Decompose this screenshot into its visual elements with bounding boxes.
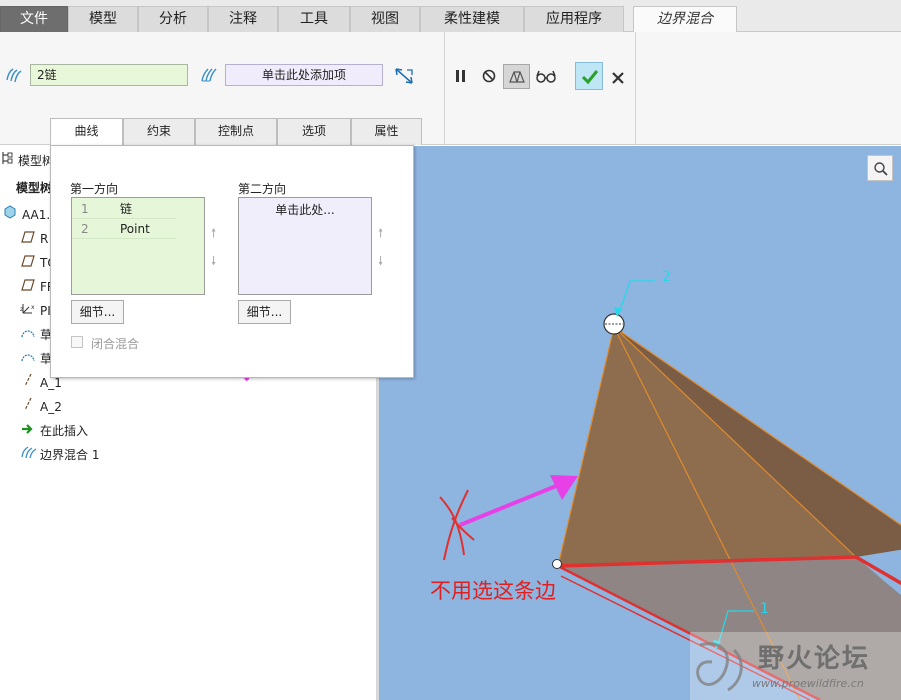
second-direction-collector[interactable]: 单击此处添加项	[225, 64, 383, 86]
subtab-constraints[interactable]: 约束	[123, 118, 195, 145]
view-toolbar-button[interactable]	[867, 155, 893, 181]
tree-item-label: 在此插入	[40, 424, 89, 438]
ribbon-separator	[635, 32, 636, 145]
no-preview-icon[interactable]	[480, 67, 498, 85]
watermark-title: 野火论坛	[758, 644, 871, 674]
subtab-properties[interactable]: 属性	[351, 118, 422, 145]
first-direction-icon	[6, 68, 22, 83]
closed-blend-checkbox[interactable]	[71, 336, 83, 348]
closed-blend-label: 闭合混合	[91, 337, 140, 351]
tab-flexible-modeling[interactable]: 柔性建模	[420, 6, 524, 32]
details-button-first[interactable]: 细节...	[71, 300, 124, 324]
tree-structure-icon	[0, 151, 14, 171]
second-direction-placeholder: 单击此处...	[275, 203, 335, 217]
checkmark-icon	[581, 70, 599, 85]
list-item-number: 2	[81, 222, 89, 236]
first-direction-label: 第一方向	[70, 182, 119, 196]
move-down-arrow-icon[interactable]: 🠗	[378, 252, 383, 273]
tab-boundary-blend[interactable]: 边界混合	[633, 6, 737, 33]
point-label-2: 2	[662, 269, 671, 285]
list-item[interactable]: 1 链	[72, 199, 176, 219]
first-direction-collector[interactable]: 2链	[30, 64, 188, 86]
zoom-icon	[874, 162, 888, 176]
csys-icon: zx	[20, 301, 36, 321]
tree-item[interactable]: z x PI	[20, 301, 51, 321]
subtab-curves[interactable]: 曲线	[50, 118, 123, 146]
boundary-blend-icon	[20, 445, 37, 465]
datum-plane-icon	[20, 277, 36, 297]
geometry-preview-icon	[509, 71, 525, 83]
tab-model[interactable]: 模型	[68, 6, 138, 32]
tree-item-label: R	[40, 232, 49, 246]
cancel-x-icon[interactable]	[609, 69, 627, 87]
sketch-icon	[20, 349, 36, 369]
model-tree-title: 模型树	[18, 154, 55, 168]
geometry-preview-button[interactable]	[503, 64, 530, 89]
file-menu-tab[interactable]: 文件	[0, 6, 68, 32]
sketch-icon	[20, 325, 36, 345]
tab-view[interactable]: 视图	[350, 6, 420, 32]
tree-item[interactable]: R	[20, 229, 48, 249]
move-up-arrow-icon[interactable]: 🠕	[211, 224, 216, 245]
tree-item[interactable]: 草	[20, 349, 52, 369]
watermark-url: www.proewildfire.cn	[752, 677, 864, 690]
tree-item[interactable]: 草	[20, 325, 52, 345]
subtab-options[interactable]: 选项	[277, 118, 351, 145]
axis-icon	[20, 397, 36, 417]
details-button-second[interactable]: 细节...	[238, 300, 291, 324]
tree-item[interactable]: A_2	[20, 397, 62, 417]
move-up-arrow-icon[interactable]: 🠕	[378, 224, 383, 245]
tree-item[interactable]: 在此插入	[20, 421, 88, 441]
second-direction-icon	[201, 68, 217, 82]
datum-plane-icon	[20, 253, 36, 273]
annotation-text: 不用选这条边	[430, 579, 556, 603]
move-down-arrow-icon[interactable]: 🠗	[211, 252, 216, 273]
model-tree-header[interactable]: 模型树	[0, 151, 54, 171]
verify-glasses-icon[interactable]	[535, 67, 557, 85]
model-tree-column-header: 模型树	[16, 181, 53, 195]
tab-tools[interactable]: 工具	[278, 6, 350, 32]
flip-direction-icon[interactable]	[393, 66, 415, 86]
list-item-text: Point	[120, 222, 150, 236]
svg-text:x: x	[31, 304, 35, 311]
first-direction-list[interactable]: 1 链 2 Point	[71, 197, 205, 295]
tree-item-label: A_2	[40, 400, 62, 414]
axis-icon	[20, 373, 36, 393]
confirm-button[interactable]	[575, 62, 603, 90]
part-icon	[2, 205, 18, 225]
second-direction-label: 第二方向	[238, 182, 287, 196]
ribbon-tab-bar: 文件 模型 分析 注释 工具 视图 柔性建模 应用程序 边界混合	[0, 0, 901, 33]
svg-text:z: z	[20, 306, 23, 313]
tree-item[interactable]: 边界混合 1	[20, 445, 99, 465]
tab-analysis[interactable]: 分析	[138, 6, 208, 32]
ribbon-separator	[444, 32, 445, 145]
pause-icon[interactable]	[452, 67, 470, 85]
tree-item-label: A_1	[40, 376, 62, 390]
tab-applications[interactable]: 应用程序	[524, 6, 624, 32]
list-item-number: 1	[81, 202, 89, 216]
datum-plane-icon	[20, 229, 36, 249]
graphics-viewport[interactable]	[379, 146, 901, 700]
curves-panel: 第一方向 第二方向 1 链 2 Point 🠕 🠗 单击此处... 🠕 🠗 细节…	[50, 145, 414, 378]
point-label-1: 1	[760, 601, 769, 617]
tree-item-label: 边界混合 1	[40, 448, 100, 462]
list-item[interactable]: 2 Point	[72, 219, 176, 239]
subtab-control-points[interactable]: 控制点	[195, 118, 277, 145]
second-direction-list[interactable]: 单击此处...	[238, 197, 372, 295]
insert-here-icon	[20, 421, 36, 441]
list-item-text: 链	[120, 202, 133, 216]
tab-annotate[interactable]: 注释	[208, 6, 278, 32]
